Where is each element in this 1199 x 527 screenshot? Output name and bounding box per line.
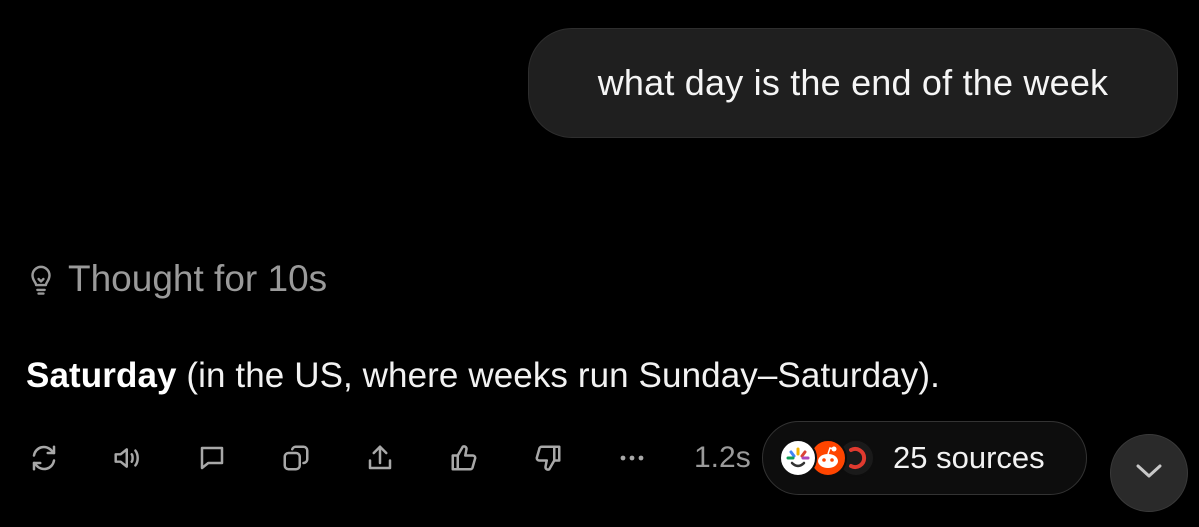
share-button[interactable] (360, 438, 400, 478)
user-message-text: what day is the end of the week (597, 62, 1109, 103)
more-icon (617, 453, 647, 463)
thumbs-down-button[interactable] (528, 438, 568, 478)
answer-text: (in the US, where weeks run Sunday–Satur… (176, 356, 940, 395)
response-action-bar: 1.2s (24, 428, 771, 488)
sources-button[interactable]: 25 sources (762, 421, 1087, 495)
chat-view: what day is the end of the week Thought … (0, 0, 1199, 527)
sources-label: 25 sources (893, 440, 1045, 475)
copy-button[interactable] (276, 438, 316, 478)
share-icon (365, 443, 395, 473)
thumbs-down-icon (533, 443, 563, 473)
regenerate-button[interactable] (24, 438, 64, 478)
colorful-sunburst-favicon (779, 439, 817, 477)
lightbulb-icon (26, 262, 56, 296)
assistant-answer: Saturday (in the US, where weeks run Sun… (26, 356, 940, 396)
comment-button[interactable] (192, 438, 232, 478)
read-aloud-icon (112, 443, 144, 473)
response-time: 1.2s (694, 441, 751, 474)
thumbs-up-icon (449, 443, 479, 473)
thumbs-up-button[interactable] (444, 438, 484, 478)
user-message-bubble: what day is the end of the week (528, 28, 1178, 138)
chevron-down-icon (1133, 461, 1165, 486)
scroll-to-bottom-button[interactable] (1110, 434, 1188, 512)
copy-icon (281, 443, 311, 473)
comment-icon (197, 443, 227, 473)
thought-toggle[interactable]: Thought for 10s (26, 258, 327, 300)
read-aloud-button[interactable] (108, 438, 148, 478)
regenerate-icon (29, 443, 59, 473)
answer-emphasis: Saturday (26, 356, 177, 395)
source-favicons (779, 436, 879, 480)
more-button[interactable] (612, 438, 652, 478)
thought-label: Thought for 10s (68, 258, 328, 299)
